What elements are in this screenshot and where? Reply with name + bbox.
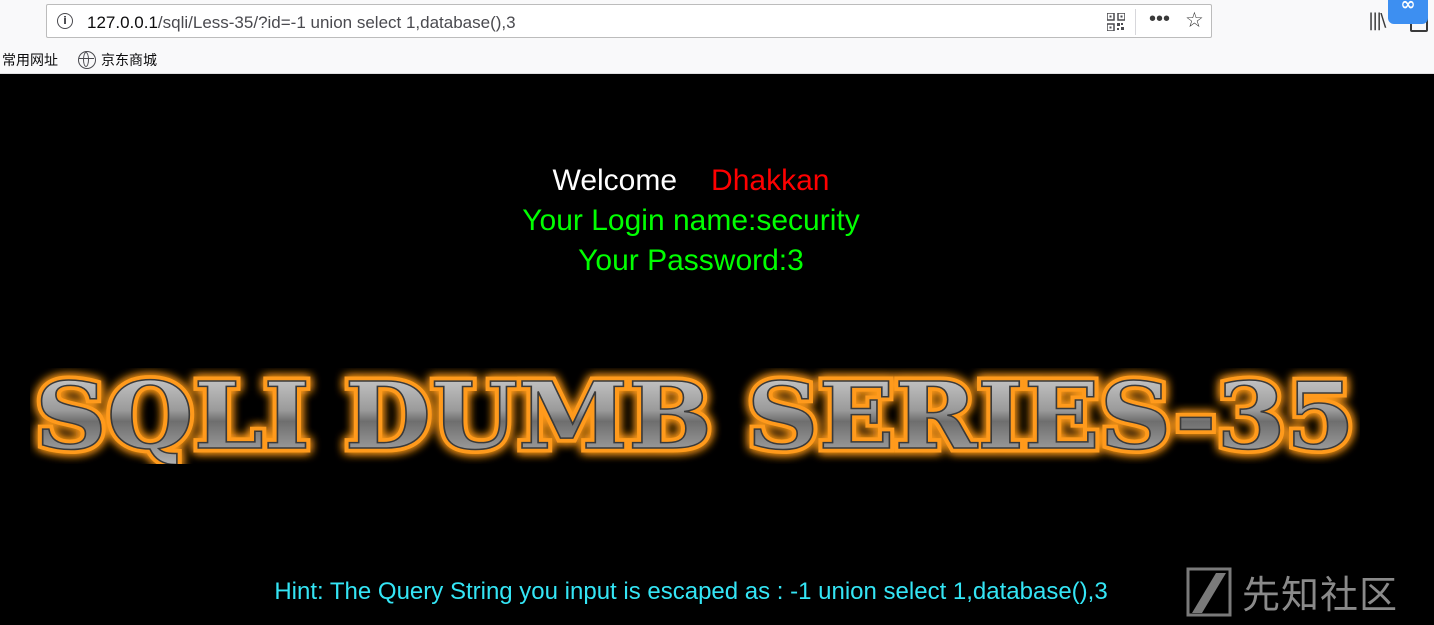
watermark-logo-icon <box>1186 567 1232 616</box>
watermark: 先知社区 <box>1186 564 1398 619</box>
password-line: Your Password:3 <box>578 244 804 277</box>
extension-icon[interactable]: ∞ <box>1388 0 1428 24</box>
welcome-line: Welcome Dhakkan <box>0 164 1382 198</box>
library-icon[interactable]: |||\ <box>1368 10 1386 31</box>
more-icon[interactable]: ••• <box>1149 8 1170 31</box>
banner-title: SQLI DUMB SERIES-35 SQLI DUMB SERIES-35 <box>30 358 1360 475</box>
url-text[interactable]: 127.0.0.1/sqli/Less-35/?id=-1 union sele… <box>87 13 516 33</box>
banner-text: SQLI DUMB SERIES-35 <box>35 368 1355 464</box>
star-icon[interactable]: ☆ <box>1185 8 1204 32</box>
bookmark-jd[interactable]: 京东商城 <box>78 50 157 70</box>
bookmarks-bar: 常用网址 京东商城 <box>0 44 1434 74</box>
url-host: 127.0.0.1 <box>87 13 158 32</box>
qr-code-icon[interactable] <box>1107 13 1125 31</box>
hint-text: Hint: The Query String you input is esca… <box>274 578 1108 605</box>
url-path: /sqli/Less-35/?id=-1 union select 1,data… <box>157 13 516 32</box>
url-separator <box>1135 9 1136 35</box>
globe-icon <box>78 51 96 69</box>
login-name-line: Your Login name:security <box>522 204 860 237</box>
address-bar[interactable]: i 127.0.0.1/sqli/Less-35/?id=-1 union se… <box>46 4 1212 38</box>
page-content: Welcome Dhakkan Your Login name:security … <box>0 74 1434 625</box>
welcome-name: Dhakkan <box>711 164 830 197</box>
watermark-text: 先知社区 <box>1242 573 1399 617</box>
browser-toolbar: i 127.0.0.1/sqli/Less-35/?id=-1 union se… <box>0 0 1434 44</box>
welcome-text: Welcome <box>552 164 678 197</box>
info-icon[interactable]: i <box>57 13 73 29</box>
bookmark-jd-label: 京东商城 <box>101 52 157 68</box>
bookmark-common-sites[interactable]: 常用网址 <box>2 50 58 70</box>
